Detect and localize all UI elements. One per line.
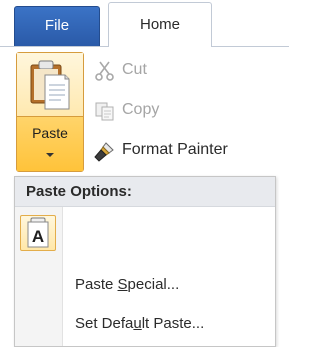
word-clipboard-ribbon: File Home Paste Cut Copy Format Painter … xyxy=(0,0,289,347)
paste-split-button: Paste xyxy=(16,52,84,172)
copy-label: Copy xyxy=(122,101,160,118)
copy-icon xyxy=(95,102,114,121)
paintbrush-icon xyxy=(94,142,114,162)
paste-dropdown-button[interactable]: Paste xyxy=(17,117,83,171)
menu-item-paste-special[interactable]: Paste Special... xyxy=(63,272,275,298)
scissors-icon xyxy=(95,61,114,81)
paste-button[interactable] xyxy=(17,53,83,117)
tab-file[interactable]: File xyxy=(14,6,100,46)
keep-text-only-icon: A xyxy=(27,217,49,248)
chevron-down-icon xyxy=(46,153,54,157)
ribbon-tab-strip: File Home xyxy=(0,0,289,47)
cut-button[interactable]: Cut xyxy=(94,58,274,84)
menu-item-set-default-paste[interactable]: Set Default Paste... xyxy=(63,311,275,337)
paste-special-label: Paste Special... xyxy=(75,276,180,293)
format-painter-label: Format Painter xyxy=(122,141,228,158)
format-painter-button[interactable]: Format Painter xyxy=(94,138,274,164)
tab-home[interactable]: Home xyxy=(108,2,212,47)
set-default-paste-label: Set Default Paste... xyxy=(75,315,205,332)
paste-option-letter: A xyxy=(32,227,44,246)
keep-text-only-button[interactable]: A xyxy=(20,215,56,251)
paste-dropdown-menu: Paste Options: A Paste Special... Set De… xyxy=(14,176,276,347)
cut-label: Cut xyxy=(122,61,147,78)
paste-label: Paste xyxy=(32,125,68,141)
copy-button[interactable]: Copy xyxy=(94,98,274,124)
clipboard-paste-icon xyxy=(30,60,70,110)
paste-options-header: Paste Options: xyxy=(15,177,275,207)
